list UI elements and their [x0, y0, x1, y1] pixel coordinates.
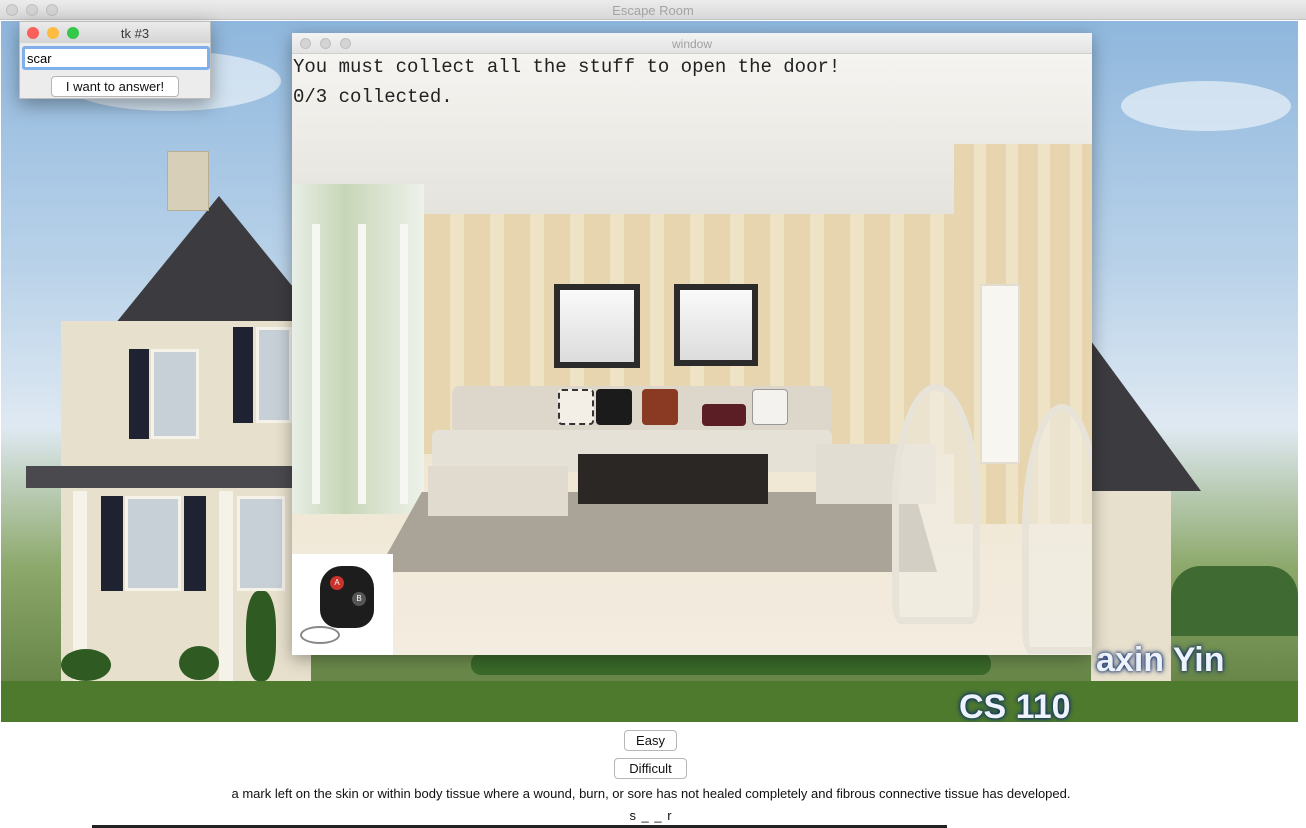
dining-chair[interactable] — [1022, 404, 1092, 654]
house-window — [237, 496, 285, 591]
glass-frame — [358, 224, 366, 504]
glass-frame — [312, 224, 320, 504]
car-key-remote-icon[interactable]: A B — [320, 566, 374, 628]
bush — [179, 646, 219, 680]
sofa-arm — [428, 466, 568, 516]
trees — [1171, 566, 1298, 636]
submit-answer-button[interactable]: I want to answer! — [51, 76, 179, 97]
house-window — [125, 496, 181, 591]
keyring-icon — [300, 626, 340, 644]
picture-frame[interactable] — [674, 284, 758, 366]
room-window-titlebar: window — [292, 33, 1092, 54]
house-window — [256, 327, 292, 423]
dining-chair[interactable] — [892, 384, 980, 624]
collectible-item[interactable]: A B — [292, 554, 393, 655]
garage-roof — [1091, 341, 1201, 491]
clue-definition: a mark left on the skin or within body t… — [231, 786, 1071, 801]
credit-course-text: CS 110 — [959, 688, 1071, 722]
pillow[interactable] — [702, 404, 746, 426]
hedge — [471, 653, 991, 675]
progress-text: 0/3 collected. — [293, 86, 453, 108]
porch-column — [219, 491, 233, 681]
shutter — [184, 496, 206, 591]
lawn — [1, 681, 1298, 722]
instruction-text: You must collect all the stuff to open t… — [293, 56, 841, 78]
porch-roof — [26, 466, 306, 488]
living-room-scene: You must collect all the stuff to open t… — [292, 54, 1092, 655]
pillow[interactable] — [596, 389, 632, 425]
cloud — [1121, 81, 1291, 131]
pillow[interactable] — [558, 389, 594, 425]
room-window: window You must collect all the stuff to… — [292, 33, 1092, 655]
remote-button-b: B — [352, 592, 366, 606]
shutter — [101, 496, 123, 591]
bush — [61, 649, 111, 681]
coffee-table[interactable] — [578, 454, 768, 504]
picture-frame[interactable] — [554, 284, 640, 368]
chimney — [167, 151, 209, 211]
shrub — [246, 591, 276, 681]
pillow[interactable] — [752, 389, 788, 425]
house-window — [151, 349, 199, 439]
window-title: Escape Room — [612, 3, 694, 18]
difficult-button[interactable]: Difficult — [614, 758, 687, 779]
answer-input[interactable] — [22, 46, 210, 70]
minimize-button[interactable] — [47, 27, 59, 39]
pillow[interactable] — [642, 389, 678, 425]
room-window-title: window — [671, 37, 713, 51]
exit-door[interactable] — [980, 284, 1020, 464]
shutter — [233, 327, 253, 423]
credit-name-text: axin Yin — [1096, 641, 1225, 679]
dialog-title: tk #3 — [120, 26, 150, 41]
main-titlebar: Escape Room — [0, 0, 1306, 20]
clue-hint: s _ _ r — [629, 808, 673, 823]
dialog-titlebar: tk #3 — [20, 22, 210, 43]
answer-dialog: tk #3 I want to answer! — [19, 21, 211, 99]
easy-button[interactable]: Easy — [624, 730, 677, 751]
glass-frame — [400, 224, 408, 504]
shutter — [129, 349, 149, 439]
remote-button-a: A — [330, 576, 344, 590]
close-button[interactable] — [27, 27, 39, 39]
